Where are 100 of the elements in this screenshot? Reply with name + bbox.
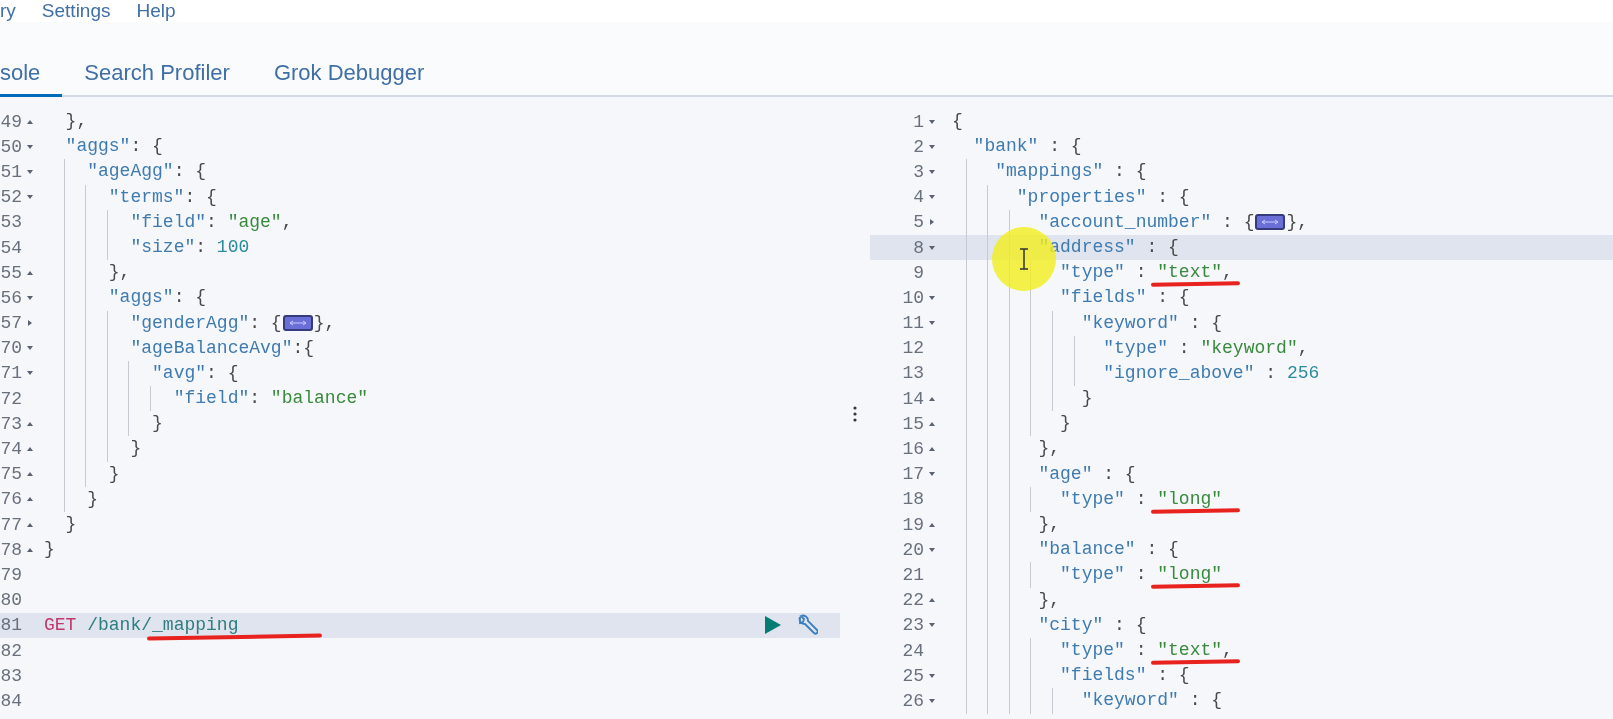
line-number: 52 bbox=[0, 188, 22, 207]
fold-right-arrow-icon[interactable] bbox=[928, 218, 936, 227]
code-token: "account_number" bbox=[1038, 210, 1212, 234]
code-token: "type" bbox=[1060, 563, 1125, 587]
code-token: "properties" bbox=[1016, 185, 1147, 209]
resize-handle-icon[interactable] bbox=[853, 406, 857, 422]
code-token: { bbox=[952, 110, 963, 133]
code-token: } bbox=[65, 513, 77, 536]
code-token: : { bbox=[1157, 286, 1190, 310]
fold-down-arrow-icon[interactable] bbox=[928, 293, 936, 302]
code-token: "mappings" bbox=[995, 160, 1104, 184]
fold-down-arrow-icon[interactable] bbox=[928, 167, 936, 176]
code-token: "ageAgg" bbox=[87, 160, 174, 184]
tab[interactable]: Search Profiler bbox=[62, 51, 252, 97]
line-number: 19 bbox=[902, 515, 924, 534]
fold-down-arrow-icon[interactable] bbox=[928, 243, 936, 252]
fold-up-arrow-icon[interactable] bbox=[928, 445, 936, 454]
code-token: "type" bbox=[1060, 487, 1125, 511]
wrench-icon[interactable] bbox=[796, 614, 818, 637]
code-token: }, bbox=[313, 311, 336, 335]
code-token: : { bbox=[1157, 185, 1190, 209]
menu-item[interactable]: Help bbox=[136, 0, 176, 22]
fold-down-arrow-icon[interactable] bbox=[928, 142, 936, 151]
line-number: 10 bbox=[902, 288, 924, 307]
line-number: 77 bbox=[0, 515, 22, 534]
code-token: , bbox=[1222, 638, 1233, 662]
fold-up-arrow-icon[interactable] bbox=[26, 495, 34, 504]
line-number: 18 bbox=[902, 490, 924, 509]
fold-down-arrow-icon[interactable] bbox=[928, 671, 936, 680]
code-token: : { bbox=[1189, 311, 1223, 335]
fold-up-arrow-icon[interactable] bbox=[928, 596, 936, 605]
code-token: "fields" bbox=[1060, 286, 1147, 310]
code-token: "type" bbox=[1060, 261, 1125, 285]
code-token: 256 bbox=[1286, 361, 1320, 385]
code-token: "age" bbox=[227, 210, 282, 234]
fold-down-arrow-icon[interactable] bbox=[928, 696, 936, 705]
code-token: , bbox=[281, 210, 293, 234]
code-token: : { bbox=[1222, 210, 1255, 234]
line-number: 25 bbox=[902, 666, 924, 685]
fold-down-arrow-icon[interactable] bbox=[928, 117, 936, 126]
tab[interactable]: sole bbox=[0, 51, 63, 97]
code-token: "ignore_above" bbox=[1103, 361, 1255, 385]
code-token: : { bbox=[1049, 135, 1082, 159]
line-number: 73 bbox=[0, 414, 22, 433]
code-token: "type" bbox=[1060, 638, 1125, 662]
code-token: : { bbox=[1146, 538, 1179, 562]
line-number: 16 bbox=[902, 440, 924, 459]
fold-up-arrow-icon[interactable] bbox=[26, 470, 34, 479]
code-token: 100 bbox=[216, 235, 250, 259]
code-token: }, bbox=[1038, 588, 1061, 612]
code-token: "balance" bbox=[1038, 538, 1136, 562]
fold-down-arrow-icon[interactable] bbox=[26, 142, 34, 151]
code-token: "avg" bbox=[152, 361, 207, 385]
line-number: 5 bbox=[913, 213, 924, 232]
line-number: 20 bbox=[902, 540, 924, 559]
line-number: 14 bbox=[902, 389, 924, 408]
line-number: 4 bbox=[913, 188, 924, 207]
code-token: }, bbox=[65, 110, 88, 133]
code-token: "aggs" bbox=[108, 286, 174, 310]
line-number: 53 bbox=[0, 213, 22, 232]
menu-item[interactable]: ry bbox=[0, 0, 16, 22]
text-cursor-icon bbox=[1019, 248, 1029, 270]
code-token: : { bbox=[1114, 613, 1147, 637]
code-token: }, bbox=[108, 261, 131, 285]
code-token: : bbox=[249, 387, 262, 411]
code-token: : bbox=[1178, 336, 1191, 360]
code-token: /bank/_mapping bbox=[87, 612, 239, 638]
play-icon[interactable] bbox=[764, 615, 782, 636]
code-token: } bbox=[1060, 412, 1071, 436]
fold-right-arrow-icon[interactable] bbox=[26, 319, 34, 328]
code-token: : { bbox=[1157, 664, 1190, 688]
code-token: : { bbox=[1103, 462, 1136, 486]
line-number: 13 bbox=[902, 364, 924, 383]
tab[interactable]: Grok Debugger bbox=[251, 51, 447, 97]
code-token: "text" bbox=[1157, 260, 1223, 286]
fold-up-arrow-icon[interactable] bbox=[26, 445, 34, 454]
collapsed-block-button[interactable] bbox=[282, 315, 313, 332]
code-token: : bbox=[1265, 361, 1278, 385]
code-token: : { bbox=[1189, 689, 1223, 713]
line-number: 11 bbox=[902, 314, 924, 333]
menu-item[interactable]: Settings bbox=[41, 0, 111, 22]
code-token: "city" bbox=[1038, 613, 1104, 637]
fold-down-arrow-icon[interactable] bbox=[928, 545, 936, 554]
code-token: "keyword" bbox=[1081, 689, 1179, 713]
collapsed-block-button[interactable] bbox=[1255, 214, 1286, 231]
line-number: 49 bbox=[0, 112, 22, 131]
code-token: "size" bbox=[130, 235, 196, 259]
code-token: : { bbox=[206, 361, 239, 385]
code-token: "ageBalanceAvg" bbox=[130, 336, 293, 360]
fold-down-arrow-icon[interactable] bbox=[26, 167, 34, 176]
line-number: 8 bbox=[913, 238, 924, 257]
line-number: 17 bbox=[902, 465, 924, 484]
code-token: : bbox=[1135, 563, 1148, 587]
code-token: "genderAgg" bbox=[130, 311, 250, 335]
code-token: }, bbox=[1038, 513, 1061, 536]
code-token: GET bbox=[44, 613, 77, 637]
code-token: } bbox=[130, 437, 142, 461]
fold-down-arrow-icon[interactable] bbox=[26, 293, 34, 302]
line-number: 76 bbox=[0, 490, 22, 509]
line-number: 22 bbox=[902, 591, 924, 610]
